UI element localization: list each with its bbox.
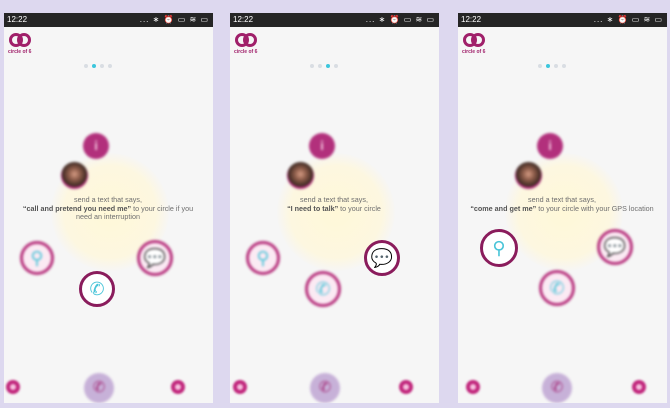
app-logo-text: circle of 6 [8, 49, 32, 55]
chat-bubble-icon: 💬 [603, 237, 627, 257]
corner-left-button[interactable] [466, 380, 480, 394]
status-time: 12:22 [233, 15, 254, 24]
page-dot [334, 64, 338, 68]
page-indicator [310, 64, 350, 68]
avatar[interactable] [515, 162, 542, 189]
corner-right-button[interactable] [399, 380, 413, 394]
caption-bold: “I need to talk” [287, 203, 339, 213]
phone-icon: ✆ [549, 278, 565, 298]
caption-rest: to your circle with your GPS location [536, 203, 654, 213]
page-dot [100, 64, 104, 68]
app-logo-text: circle of 6 [234, 49, 258, 55]
caption-line1: send a text that says, [74, 195, 142, 204]
status-icons: ... ∗ ⏰ ▭ ≋ ▭ [593, 15, 663, 24]
phone-icon: ✆ [315, 279, 331, 299]
page-indicator [84, 64, 124, 68]
chat-button[interactable]: 💬 [597, 229, 633, 265]
status-bar: 12:22 ... ∗ ⏰ ▭ ≋ ▭ [230, 13, 439, 27]
call-button[interactable]: ✆ [79, 271, 115, 307]
corner-left-button[interactable] [233, 380, 247, 394]
call-button[interactable]: ✆ [539, 270, 575, 306]
chat-button[interactable]: 💬 [137, 240, 173, 276]
screen-panel-2: 12:22 ... ∗ ⏰ ▭ ≋ ▭ circle of 6 i send a… [230, 13, 439, 403]
tutorial-caption: send a text that says, “call and pretend… [14, 195, 202, 222]
location-button[interactable]: ⚲ [246, 241, 280, 275]
page-dot [108, 64, 112, 68]
phone-arrow-icon: ✆ [318, 379, 332, 396]
status-time: 12:22 [7, 15, 28, 24]
corner-right-button[interactable] [632, 380, 646, 394]
status-bar: 12:22 ... ∗ ⏰ ▭ ≋ ▭ [4, 13, 213, 27]
app-logo-icon [463, 33, 485, 47]
page-dot [538, 64, 542, 68]
tutorial-caption: send a text that says, “come and get me”… [468, 195, 656, 213]
tutorial-caption: send a text that says, “I need to talk” … [240, 195, 428, 213]
location-pin-icon: ⚲ [492, 238, 506, 258]
info-button[interactable]: i [537, 133, 563, 159]
avatar[interactable] [287, 162, 314, 189]
phone-arrow-icon: ✆ [550, 379, 564, 396]
page-dot [562, 64, 566, 68]
status-icons: ... ∗ ⏰ ▭ ≋ ▭ [365, 15, 435, 24]
call-button[interactable]: ✆ [305, 271, 341, 307]
phone-arrow-icon: ✆ [92, 379, 106, 396]
page-dot [318, 64, 322, 68]
info-button[interactable]: i [83, 133, 109, 159]
status-bar: 12:22 ... ∗ ⏰ ▭ ≋ ▭ [458, 13, 667, 27]
chat-bubble-icon: 💬 [370, 248, 394, 268]
location-pin-icon: ⚲ [30, 248, 44, 268]
page-dot-active [92, 64, 96, 68]
emergency-call-button[interactable]: ✆ [310, 373, 340, 403]
location-pin-icon: ⚲ [256, 248, 270, 268]
app-logo-icon [235, 33, 257, 47]
page-dot-active [546, 64, 550, 68]
chat-bubble-icon: 💬 [143, 248, 167, 268]
phone-icon: ✆ [89, 279, 105, 299]
page-dot-active [326, 64, 330, 68]
chat-button[interactable]: 💬 [364, 240, 400, 276]
app-logo-icon [9, 33, 31, 47]
screen-panel-1: 12:22 ... ∗ ⏰ ▭ ≋ ▭ circle of 6 i send a… [4, 13, 213, 403]
status-icons: ... ∗ ⏰ ▭ ≋ ▭ [139, 15, 209, 24]
status-time: 12:22 [461, 15, 482, 24]
screen-panel-3: 12:22 ... ∗ ⏰ ▭ ≋ ▭ circle of 6 i send a… [458, 13, 667, 403]
caption-line1: send a text that says, [300, 195, 368, 204]
emergency-call-button[interactable]: ✆ [542, 373, 572, 403]
info-button[interactable]: i [309, 133, 335, 159]
location-button[interactable]: ⚲ [20, 241, 54, 275]
page-dot [554, 64, 558, 68]
caption-bold: “call and pretend you need me” [22, 203, 132, 213]
corner-left-button[interactable] [6, 380, 20, 394]
page-indicator [538, 64, 578, 68]
caption-rest: to your circle [338, 203, 381, 213]
emergency-call-button[interactable]: ✆ [84, 373, 114, 403]
app-logo-text: circle of 6 [462, 49, 486, 55]
corner-right-button[interactable] [171, 380, 185, 394]
caption-bold: “come and get me” [470, 203, 537, 213]
avatar[interactable] [61, 162, 88, 189]
page-dot [84, 64, 88, 68]
page-dot [310, 64, 314, 68]
location-button[interactable]: ⚲ [480, 229, 518, 267]
caption-line1: send a text that says, [528, 195, 596, 204]
